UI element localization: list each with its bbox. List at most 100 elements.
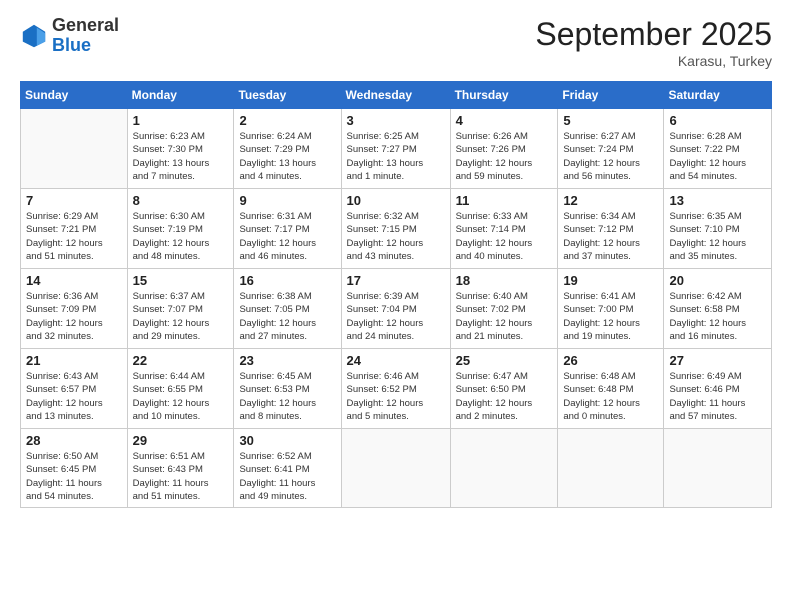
- calendar-cell: [558, 429, 664, 508]
- calendar-cell: 17 Sunrise: 6:39 AM Sunset: 7:04 PM Dayli…: [341, 269, 450, 349]
- calendar-cell: 28 Sunrise: 6:50 AM Sunset: 6:45 PM Dayli…: [21, 429, 128, 508]
- day-info: Sunrise: 6:50 AM Sunset: 6:45 PM Dayligh…: [26, 450, 122, 503]
- day-info: Sunrise: 6:27 AM Sunset: 7:24 PM Dayligh…: [563, 130, 658, 183]
- day-number: 17: [347, 273, 445, 288]
- day-number: 4: [456, 113, 553, 128]
- calendar-cell: 6 Sunrise: 6:28 AM Sunset: 7:22 PM Daylig…: [664, 109, 772, 189]
- day-number: 16: [239, 273, 335, 288]
- day-info: Sunrise: 6:23 AM Sunset: 7:30 PM Dayligh…: [133, 130, 229, 183]
- calendar-week-row: 7 Sunrise: 6:29 AM Sunset: 7:21 PM Daylig…: [21, 189, 772, 269]
- day-info: Sunrise: 6:45 AM Sunset: 6:53 PM Dayligh…: [239, 370, 335, 423]
- day-number: 3: [347, 113, 445, 128]
- calendar-cell: 14 Sunrise: 6:36 AM Sunset: 7:09 PM Dayli…: [21, 269, 128, 349]
- day-number: 19: [563, 273, 658, 288]
- day-info: Sunrise: 6:38 AM Sunset: 7:05 PM Dayligh…: [239, 290, 335, 343]
- calendar-cell: 29 Sunrise: 6:51 AM Sunset: 6:43 PM Dayli…: [127, 429, 234, 508]
- day-number: 26: [563, 353, 658, 368]
- day-info: Sunrise: 6:39 AM Sunset: 7:04 PM Dayligh…: [347, 290, 445, 343]
- calendar-cell: 11Sunrise: 6:33 AM Sunset: 7:14 PM Dayli…: [450, 189, 558, 269]
- day-info: Sunrise: 6:28 AM Sunset: 7:22 PM Dayligh…: [669, 130, 766, 183]
- calendar-cell: 23Sunrise: 6:45 AM Sunset: 6:53 PM Dayli…: [234, 349, 341, 429]
- logo-icon: [20, 22, 48, 50]
- logo: General Blue: [20, 16, 119, 56]
- day-number: 21: [26, 353, 122, 368]
- weekday-header: Monday: [127, 82, 234, 109]
- day-number: 30: [239, 433, 335, 448]
- day-info: Sunrise: 6:51 AM Sunset: 6:43 PM Dayligh…: [133, 450, 229, 503]
- calendar-cell: 21 Sunrise: 6:43 AM Sunset: 6:57 PM Dayli…: [21, 349, 128, 429]
- day-number: 24: [347, 353, 445, 368]
- day-number: 15: [133, 273, 229, 288]
- calendar-cell: 10 Sunrise: 6:32 AM Sunset: 7:15 PM Dayli…: [341, 189, 450, 269]
- weekday-header: Sunday: [21, 82, 128, 109]
- day-number: 6: [669, 113, 766, 128]
- day-info: Sunrise: 6:25 AM Sunset: 7:27 PM Dayligh…: [347, 130, 445, 183]
- day-info: Sunrise: 6:42 AM Sunset: 6:58 PM Dayligh…: [669, 290, 766, 343]
- weekday-header: Friday: [558, 82, 664, 109]
- calendar-cell: 3 Sunrise: 6:25 AM Sunset: 7:27 PM Daylig…: [341, 109, 450, 189]
- day-info: Sunrise: 6:44 AM Sunset: 6:55 PM Dayligh…: [133, 370, 229, 423]
- day-info: Sunrise: 6:46 AM Sunset: 6:52 PM Dayligh…: [347, 370, 445, 423]
- calendar-cell: 9 Sunrise: 6:31 AM Sunset: 7:17 PM Daylig…: [234, 189, 341, 269]
- logo-blue: Blue: [52, 35, 91, 55]
- calendar-cell: 13Sunrise: 6:35 AM Sunset: 7:10 PM Dayli…: [664, 189, 772, 269]
- calendar-table: SundayMondayTuesdayWednesdayThursdayFrid…: [20, 81, 772, 508]
- calendar-week-row: 14 Sunrise: 6:36 AM Sunset: 7:09 PM Dayli…: [21, 269, 772, 349]
- day-info: Sunrise: 6:48 AM Sunset: 6:48 PM Dayligh…: [563, 370, 658, 423]
- calendar-cell: 1 Sunrise: 6:23 AM Sunset: 7:30 PM Daylig…: [127, 109, 234, 189]
- day-info: Sunrise: 6:26 AM Sunset: 7:26 PM Dayligh…: [456, 130, 553, 183]
- day-number: 13: [669, 193, 766, 208]
- day-number: 2: [239, 113, 335, 128]
- calendar-cell: 27Sunrise: 6:49 AM Sunset: 6:46 PM Dayli…: [664, 349, 772, 429]
- day-number: 28: [26, 433, 122, 448]
- calendar-cell: 18 Sunrise: 6:40 AM Sunset: 7:02 PM Dayli…: [450, 269, 558, 349]
- calendar-cell: 5 Sunrise: 6:27 AM Sunset: 7:24 PM Daylig…: [558, 109, 664, 189]
- day-info: Sunrise: 6:24 AM Sunset: 7:29 PM Dayligh…: [239, 130, 335, 183]
- day-number: 5: [563, 113, 658, 128]
- day-info: Sunrise: 6:32 AM Sunset: 7:15 PM Dayligh…: [347, 210, 445, 263]
- calendar-cell: 7 Sunrise: 6:29 AM Sunset: 7:21 PM Daylig…: [21, 189, 128, 269]
- day-info: Sunrise: 6:37 AM Sunset: 7:07 PM Dayligh…: [133, 290, 229, 343]
- day-number: 12: [563, 193, 658, 208]
- day-number: 20: [669, 273, 766, 288]
- calendar-cell: 15 Sunrise: 6:37 AM Sunset: 7:07 PM Dayli…: [127, 269, 234, 349]
- calendar-cell: 25Sunrise: 6:47 AM Sunset: 6:50 PM Dayli…: [450, 349, 558, 429]
- calendar-cell: 4 Sunrise: 6:26 AM Sunset: 7:26 PM Daylig…: [450, 109, 558, 189]
- day-info: Sunrise: 6:40 AM Sunset: 7:02 PM Dayligh…: [456, 290, 553, 343]
- day-info: Sunrise: 6:52 AM Sunset: 6:41 PM Dayligh…: [239, 450, 335, 503]
- day-number: 7: [26, 193, 122, 208]
- day-number: 18: [456, 273, 553, 288]
- calendar-cell: 24 Sunrise: 6:46 AM Sunset: 6:52 PM Dayli…: [341, 349, 450, 429]
- day-number: 29: [133, 433, 229, 448]
- calendar-cell: 30 Sunrise: 6:52 AM Sunset: 6:41 PM Dayli…: [234, 429, 341, 508]
- calendar-cell: 26 Sunrise: 6:48 AM Sunset: 6:48 PM Dayli…: [558, 349, 664, 429]
- weekday-header: Wednesday: [341, 82, 450, 109]
- calendar-cell: 22 Sunrise: 6:44 AM Sunset: 6:55 PM Dayli…: [127, 349, 234, 429]
- day-number: 8: [133, 193, 229, 208]
- calendar-cell: 16 Sunrise: 6:38 AM Sunset: 7:05 PM Dayli…: [234, 269, 341, 349]
- calendar-week-row: 28 Sunrise: 6:50 AM Sunset: 6:45 PM Dayli…: [21, 429, 772, 508]
- calendar-cell: 20 Sunrise: 6:42 AM Sunset: 6:58 PM Dayli…: [664, 269, 772, 349]
- day-number: 1: [133, 113, 229, 128]
- day-info: Sunrise: 6:31 AM Sunset: 7:17 PM Dayligh…: [239, 210, 335, 263]
- calendar-cell: 12Sunrise: 6:34 AM Sunset: 7:12 PM Dayli…: [558, 189, 664, 269]
- day-number: 25: [456, 353, 553, 368]
- day-number: 10: [347, 193, 445, 208]
- day-number: 9: [239, 193, 335, 208]
- day-info: Sunrise: 6:36 AM Sunset: 7:09 PM Dayligh…: [26, 290, 122, 343]
- day-info: Sunrise: 6:29 AM Sunset: 7:21 PM Dayligh…: [26, 210, 122, 263]
- month-title: September 2025: [535, 16, 772, 53]
- day-info: Sunrise: 6:41 AM Sunset: 7:00 PM Dayligh…: [563, 290, 658, 343]
- day-number: 11: [456, 193, 553, 208]
- calendar-cell: [664, 429, 772, 508]
- day-number: 22: [133, 353, 229, 368]
- day-info: Sunrise: 6:43 AM Sunset: 6:57 PM Dayligh…: [26, 370, 122, 423]
- weekday-header: Tuesday: [234, 82, 341, 109]
- day-info: Sunrise: 6:30 AM Sunset: 7:19 PM Dayligh…: [133, 210, 229, 263]
- logo-general: General: [52, 15, 119, 35]
- day-number: 14: [26, 273, 122, 288]
- location: Karasu, Turkey: [535, 53, 772, 69]
- calendar-cell: [341, 429, 450, 508]
- calendar-week-row: 21 Sunrise: 6:43 AM Sunset: 6:57 PM Dayli…: [21, 349, 772, 429]
- header: General Blue September 2025 Karasu, Turk…: [20, 16, 772, 69]
